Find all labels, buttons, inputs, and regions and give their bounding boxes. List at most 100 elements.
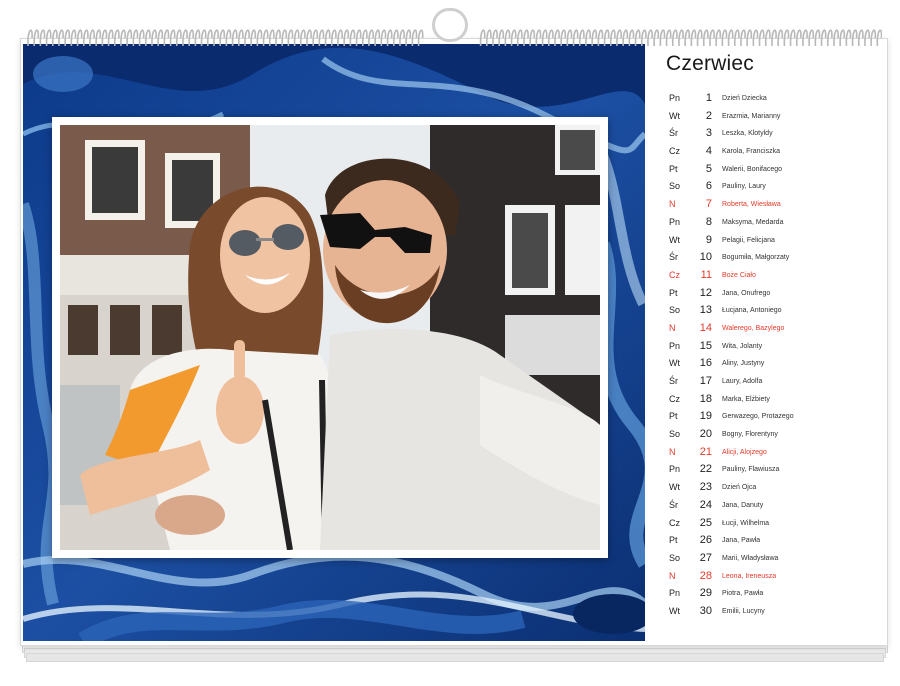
name-day: Bogny, Florentyny [722,431,778,439]
binding-loop [206,29,213,47]
day-row: Wt 2 Erazmia, Marianny [666,108,876,126]
binding-loop [696,29,703,47]
binding-loop [256,29,263,47]
name-day: Dzień Ojca [722,484,757,492]
binding-loop [833,29,839,47]
binding-loop [820,29,827,47]
binding-loop [411,29,418,47]
binding-loop [578,29,585,47]
day-row: Pn 15 Wita, Jolanty [666,338,876,356]
binding-loop [213,29,219,47]
day-row: Śr 10 Bogumiła, Małgorzaty [666,249,876,267]
binding-loop [876,29,883,47]
name-day: Gerwazego, Protazego [722,413,794,421]
day-row: So 13 Łucjana, Antoniego [666,302,876,320]
name-day: Leona, Ireneusza [722,572,777,580]
binding-loop [516,29,523,47]
binding-loop [399,29,405,47]
binding-loop [231,29,238,47]
binding-loop [647,29,653,47]
binding-loop [219,29,226,47]
binding-loop [188,29,195,47]
binding-loop [665,29,672,47]
day-row: Pt 5 Walerii, Bonifacego [666,161,876,179]
day-number: 23 [699,481,712,494]
name-day: Wita, Jolanty [722,342,763,350]
binding-loop [814,29,821,47]
day-number: 25 [699,516,712,529]
binding-loop [27,29,33,47]
binding-loop [343,29,350,47]
binding-loop [386,29,393,47]
name-day: Laury, Adolfa [722,378,763,385]
binding-loop [659,29,666,47]
day-number: 28 [699,569,712,582]
binding-loop [138,29,145,47]
name-day: Marka, Elżbiety [722,395,770,403]
day-row: N 7 Roberta, Wiesława [666,196,876,214]
binding-loop [405,29,412,47]
name-day: Jana, Pawła [722,537,761,545]
month-title: Czerwiec [666,52,754,75]
binding-loop [485,29,492,47]
binding-loop [554,29,560,47]
stacked-page-edge [26,653,884,662]
binding-loop [70,29,77,47]
binding-loop [120,29,126,47]
binding-loop [746,29,753,47]
binding-loop [163,29,170,47]
name-day: Emilii, Lucyny [722,607,765,615]
binding-loop [504,29,511,47]
day-number: 21 [699,445,712,458]
binding-loop [182,29,188,47]
binding-loop [851,29,858,47]
binding-loop [275,29,281,47]
binding-loop [529,29,536,47]
binding-loop [33,29,40,47]
binding-loop [603,29,610,47]
binding-loop [771,29,777,47]
binding-loop [157,29,164,47]
binding-loop [76,29,83,47]
day-number: 30 [699,604,712,617]
binding-loop [324,29,331,47]
day-row: Śr 24 Jana, Danuty [666,497,876,515]
day-number: 24 [699,498,712,511]
binding-loop [498,29,505,47]
day-number: 8 [705,215,712,228]
binding-loop [740,29,746,47]
binding-loop [864,29,870,47]
day-row: Pt 12 Jana, Onufrego [666,285,876,303]
binding-loop [361,29,368,47]
binding-loop [151,29,157,47]
binding-loop [727,29,734,47]
binding-loop [380,29,387,47]
binding-loop [330,29,337,47]
binding-loop [132,29,139,47]
name-day: Erazmia, Marianny [722,112,781,120]
binding-loop [597,29,604,47]
name-day: Dzień Dziecka [722,95,767,102]
day-row: N 21 Alicji, Alojzego [666,444,876,462]
binding-loop [758,29,765,47]
binding-loop [82,29,89,47]
binding-loop [857,29,864,47]
binding-loop [51,29,58,47]
binding-loop [89,29,95,47]
binding-loop [479,29,486,47]
name-day: Pauliny, Laury [722,183,766,191]
binding-loop [200,29,207,47]
day-row: Cz 25 Łucji, Wilhelma [666,515,876,533]
binding-loop [628,29,635,47]
day-number: 27 [699,551,712,564]
day-number: 14 [699,321,712,334]
binding-loop [684,29,691,47]
day-number: 16 [699,357,712,370]
name-day: Jana, Danuty [722,501,764,509]
binding-loop [585,29,591,47]
binding-loop [312,29,319,47]
binding-loop [39,29,46,47]
name-day: Jana, Onufrego [722,289,771,297]
name-day: Marii, Władysława [722,554,779,562]
day-row: Wt 23 Dzień Ojca [666,479,876,497]
